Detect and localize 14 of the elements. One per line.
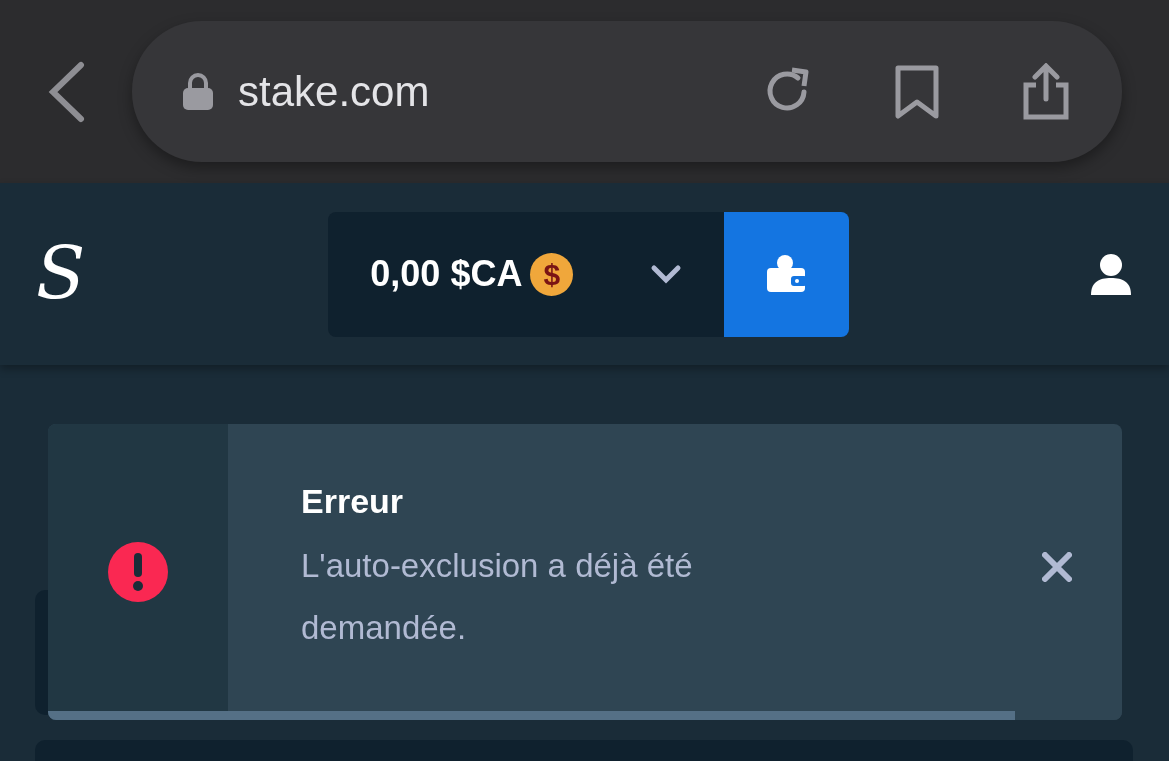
wallet-button[interactable] — [724, 211, 850, 337]
toast-title: Erreur — [301, 480, 405, 522]
coin-icon: $ — [530, 252, 574, 296]
logo[interactable]: S — [36, 238, 86, 310]
error-icon — [107, 541, 169, 603]
user-icon[interactable] — [1089, 252, 1133, 296]
back-icon[interactable] — [47, 60, 87, 123]
chevron-down-icon — [650, 264, 683, 284]
lock-icon — [182, 72, 214, 111]
address-bar[interactable]: stake.com — [132, 21, 1122, 162]
bookmark-icon[interactable] — [894, 63, 940, 120]
balance-selector[interactable]: 0,00 $CA $ — [328, 211, 725, 337]
toast-message: L'auto-exclusion a déjà été demandée. — [301, 545, 694, 648]
url-text: stake.com — [238, 67, 430, 117]
